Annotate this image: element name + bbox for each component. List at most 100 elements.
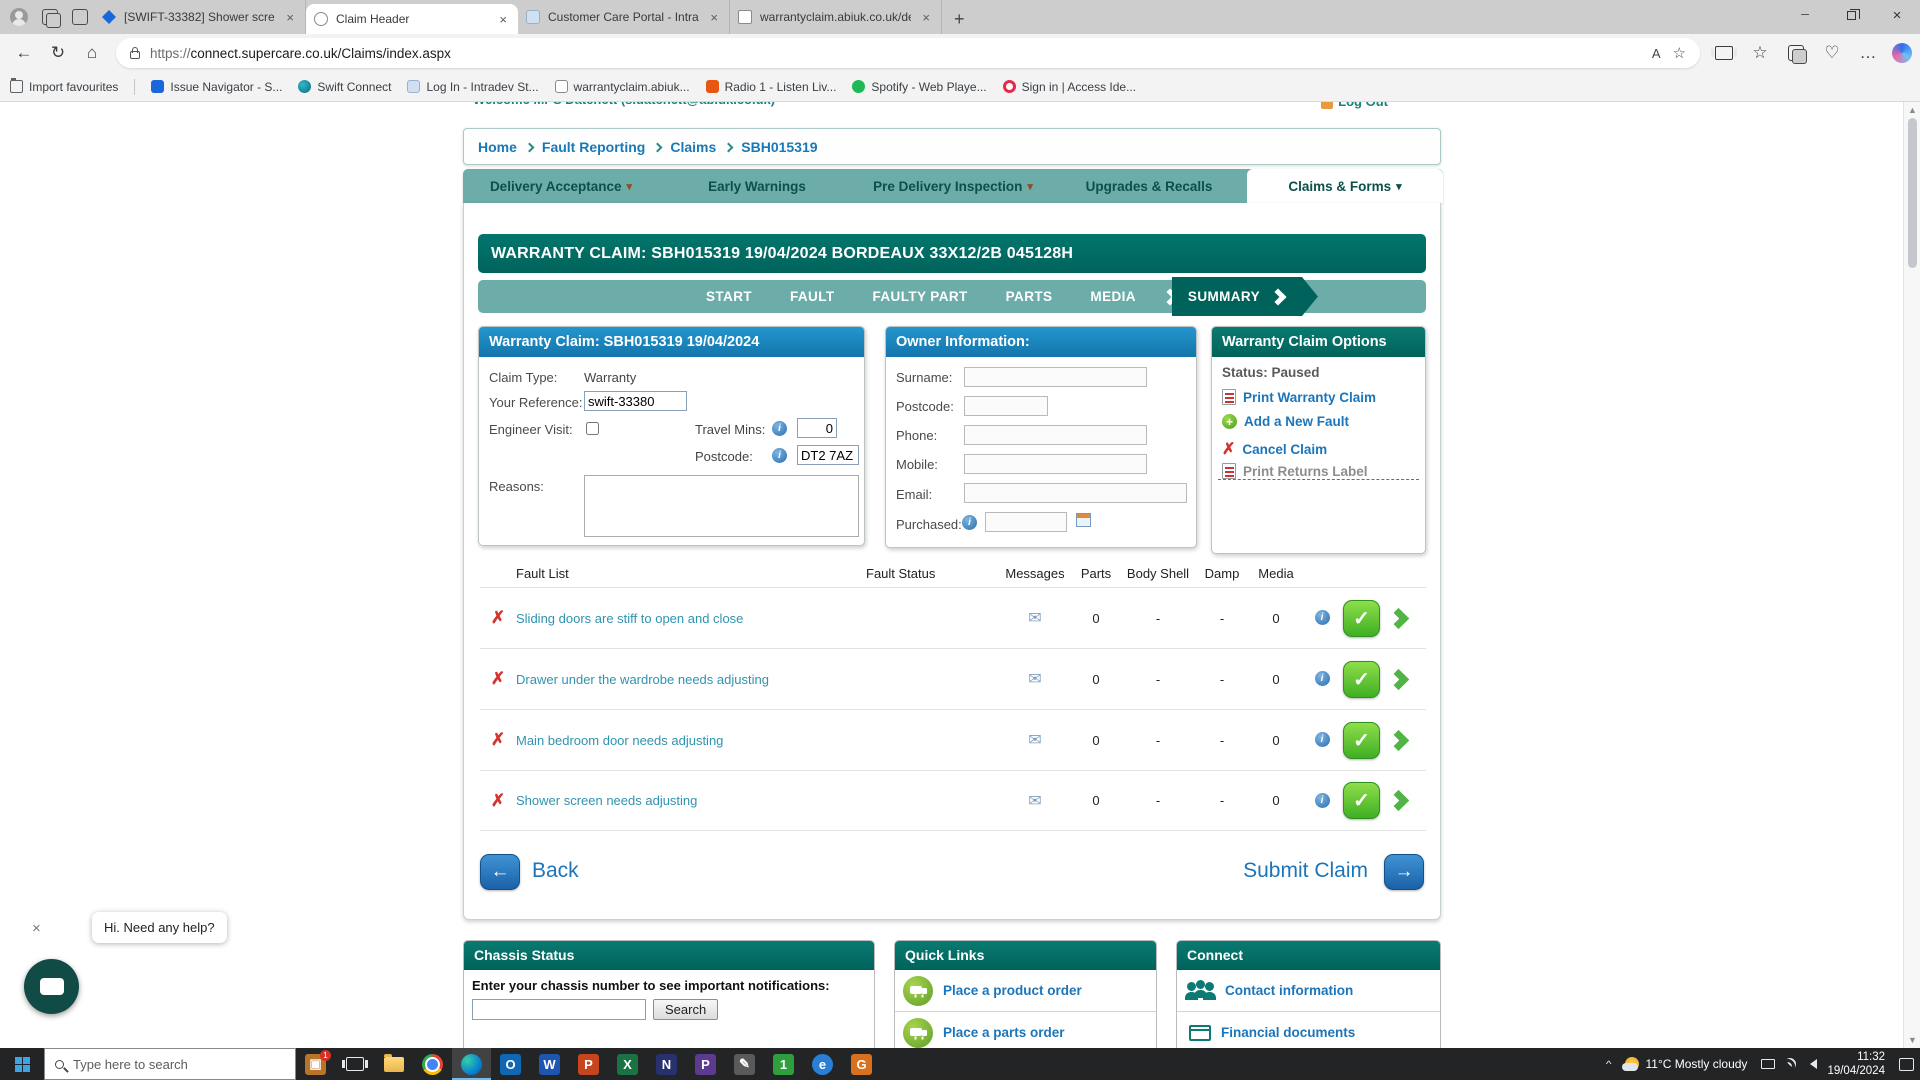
contact-information-link[interactable]: Contact information (1177, 970, 1440, 1012)
chat-button[interactable] (24, 959, 79, 1014)
wizard-step-parts[interactable]: PARTS (1006, 289, 1053, 304)
envelope-icon[interactable]: ✉ (1028, 608, 1041, 628)
mobile-input[interactable] (964, 454, 1147, 474)
submit-claim-label[interactable]: Submit Claim (1243, 859, 1368, 883)
tab-warrantyclaim[interactable]: warrantyclaim.abiuk.co.uk/dealer × (730, 0, 942, 34)
taskbar-app-publisher[interactable]: P (686, 1048, 725, 1080)
fault-link[interactable]: Drawer under the wardrobe needs adjustin… (516, 672, 866, 687)
scroll-down-icon[interactable]: ▼ (1904, 1035, 1920, 1045)
vertical-tabs-icon[interactable] (72, 9, 88, 25)
taskbar-app-edge[interactable] (452, 1048, 491, 1080)
chassis-number-input[interactable] (472, 999, 646, 1020)
wizard-step-fault[interactable]: FAULT (790, 289, 835, 304)
tab-swift-33382[interactable]: [SWIFT-33382] Shower screen ne × (94, 0, 306, 34)
taskbar-app-outlook[interactable]: O (491, 1048, 530, 1080)
delete-fault-icon[interactable]: ✗ (480, 669, 516, 689)
taskbar-app-word[interactable]: W (530, 1048, 569, 1080)
open-fault-chevron-icon[interactable] (1388, 729, 1409, 750)
envelope-icon[interactable]: ✉ (1028, 669, 1041, 689)
breadcrumb-claims[interactable]: Claims (670, 139, 716, 155)
purchased-input[interactable] (985, 512, 1067, 532)
print-warranty-claim-link[interactable]: Print Warranty Claim (1222, 389, 1376, 405)
taskbar-app-chrome[interactable] (413, 1048, 452, 1080)
info-icon[interactable]: i (1315, 671, 1330, 686)
taskbar-app-g[interactable]: G (842, 1048, 881, 1080)
quick-link-parts-order[interactable]: Place a parts order (895, 1012, 1156, 1048)
complete-fault-button[interactable]: ✓ (1343, 782, 1380, 819)
nav-upgrades-recalls[interactable]: Upgrades & Recalls (1051, 169, 1247, 203)
window-restore-button[interactable] (1828, 0, 1874, 30)
nav-early-warnings[interactable]: Early Warnings (659, 169, 855, 203)
complete-fault-button[interactable]: ✓ (1343, 722, 1380, 759)
favorite-swift-connect[interactable]: Swift Connect (298, 80, 391, 94)
complete-fault-button[interactable]: ✓ (1343, 661, 1380, 698)
delete-fault-icon[interactable]: ✗ (480, 730, 516, 750)
chat-close-icon[interactable]: × (32, 920, 41, 937)
fault-link[interactable]: Main bedroom door needs adjusting (516, 733, 866, 748)
copilot-icon[interactable] (1892, 43, 1912, 63)
favorite-warrantyclaim[interactable]: warrantyclaim.abiuk... (555, 80, 690, 94)
taskbar-clock[interactable]: 11:3219/04/2024 (1827, 1050, 1885, 1079)
info-icon[interactable]: i (772, 421, 787, 436)
close-icon[interactable]: × (707, 10, 721, 25)
favorite-spotify[interactable]: Spotify - Web Playe... (852, 80, 986, 94)
scrollbar[interactable]: ▲ ▼ (1903, 102, 1920, 1048)
financial-documents-link[interactable]: Financial documents (1177, 1012, 1440, 1048)
nav-delivery-acceptance[interactable]: Delivery Acceptance▾ (463, 169, 659, 203)
reference-input[interactable] (584, 391, 687, 411)
taskbar-app-snip[interactable]: ✎ (725, 1048, 764, 1080)
close-icon[interactable]: × (283, 10, 297, 25)
fault-link[interactable]: Sliding doors are stiff to open and clos… (516, 611, 866, 626)
taskbar-app-teamviewer[interactable]: 1 (764, 1048, 803, 1080)
postcode-input[interactable] (797, 445, 859, 465)
close-icon[interactable]: × (496, 12, 510, 27)
taskbar-search[interactable]: Type here to search (44, 1048, 296, 1080)
refresh-icon[interactable]: ↻ (42, 38, 74, 68)
complete-fault-button[interactable]: ✓ (1343, 600, 1380, 637)
close-icon[interactable]: × (919, 10, 933, 25)
add-new-fault-link[interactable]: +Add a New Fault (1222, 414, 1349, 429)
weather-widget[interactable]: 11°C Mostly cloudy (1621, 1057, 1751, 1071)
profile-avatar-icon[interactable] (10, 8, 28, 26)
envelope-icon[interactable]: ✉ (1028, 791, 1041, 811)
wizard-step-faulty-part[interactable]: FAULTY PART (873, 289, 968, 304)
volume-icon[interactable] (1805, 1059, 1817, 1069)
collections-icon[interactable] (1780, 38, 1812, 68)
wifi-icon[interactable] (1782, 1056, 1799, 1073)
delete-fault-icon[interactable]: ✗ (480, 608, 516, 628)
tab-claim-header[interactable]: Claim Header × (306, 4, 518, 34)
read-aloud-icon[interactable]: A (1652, 46, 1661, 61)
taskbar-app-excel[interactable]: X (608, 1048, 647, 1080)
info-icon[interactable]: i (1315, 793, 1330, 808)
more-menu-icon[interactable]: … (1852, 38, 1884, 68)
open-fault-chevron-icon[interactable] (1388, 790, 1409, 811)
tab-customer-care-portal[interactable]: Customer Care Portal - Intradev S × (518, 0, 730, 34)
breadcrumb-fault-reporting[interactable]: Fault Reporting (542, 139, 645, 155)
open-fault-chevron-icon[interactable] (1388, 607, 1409, 628)
taskbar-app-briefcase[interactable]: ▣1 (296, 1048, 335, 1080)
split-screen-icon[interactable] (1708, 38, 1740, 68)
logout-link[interactable]: Log Out (1321, 102, 1388, 109)
scroll-up-icon[interactable]: ▲ (1904, 105, 1920, 115)
delete-fault-icon[interactable]: ✗ (480, 791, 516, 811)
home-icon[interactable]: ⌂ (76, 38, 108, 68)
workspaces-icon[interactable] (42, 9, 58, 25)
taskbar-app-ie[interactable]: e (803, 1048, 842, 1080)
info-icon[interactable]: i (1315, 732, 1330, 747)
surname-input[interactable] (964, 367, 1147, 387)
hidden-icons-chevron[interactable]: ^ (1606, 1058, 1612, 1069)
taskbar-app-file-explorer[interactable] (374, 1048, 413, 1080)
action-center-icon[interactable] (1899, 1058, 1914, 1071)
phone-input[interactable] (964, 425, 1147, 445)
nav-claims-forms[interactable]: Claims & Forms▾ (1247, 169, 1443, 203)
scrollbar-thumb[interactable] (1908, 118, 1917, 268)
address-bar[interactable]: https://connect.supercare.co.uk/Claims/i… (116, 38, 1700, 68)
new-tab-button[interactable]: + (942, 4, 977, 34)
taskbar-app-onenote[interactable]: N (647, 1048, 686, 1080)
travel-mins-input[interactable] (797, 418, 837, 438)
engineer-visit-checkbox[interactable] (586, 422, 599, 435)
back-icon[interactable]: ← (8, 38, 40, 68)
nav-pre-delivery-inspection[interactable]: Pre Delivery Inspection▾ (855, 169, 1051, 203)
back-label[interactable]: Back (532, 859, 579, 883)
favorite-login-intradev[interactable]: Log In - Intradev St... (407, 80, 538, 94)
